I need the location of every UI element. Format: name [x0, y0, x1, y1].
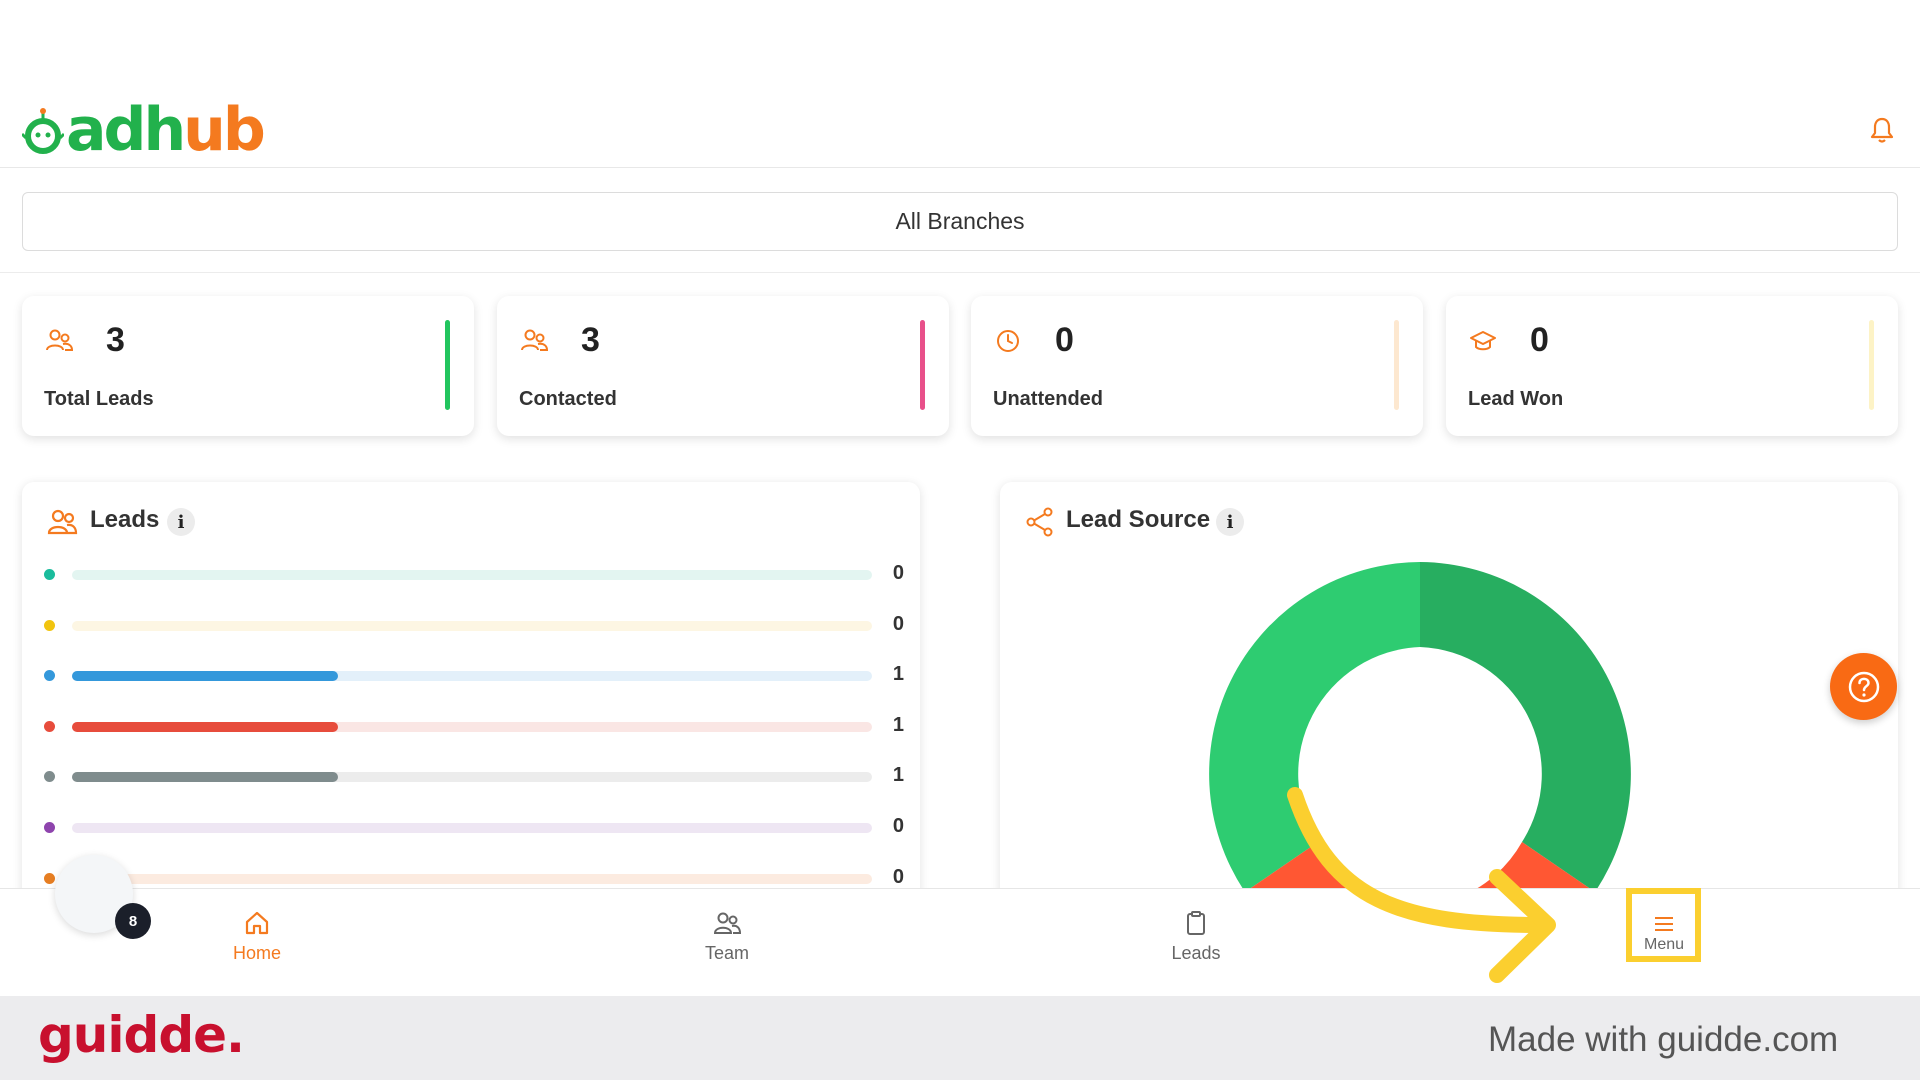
stat-value: 0: [1530, 321, 1549, 359]
stat-label: Unattended: [993, 388, 1103, 410]
team-icon: [713, 912, 741, 934]
nav-leads-label: Leads: [1171, 943, 1221, 963]
graduation-cap-icon: [1470, 331, 1496, 351]
lead-bar-track: [72, 874, 872, 884]
info-icon[interactable]: i: [167, 508, 195, 536]
stat-card-contacted[interactable]: 3 Contacted: [497, 296, 949, 436]
lead-bar-fill: [72, 772, 339, 782]
donut-slice-light-green: [1209, 562, 1420, 892]
divider: [0, 272, 1920, 273]
lead-bar-dot: [44, 721, 55, 732]
lead-bar-dot: [44, 771, 55, 782]
users-icon: [46, 329, 74, 351]
lead-bar-row: 0: [22, 866, 920, 888]
lead-bar-dot: [44, 822, 55, 833]
stat-card-unattended[interactable]: 0 Unattended: [971, 296, 1423, 436]
menu-highlight-box: [1626, 888, 1701, 962]
logo-text-orange: ub: [183, 95, 266, 165]
stat-value: 3: [106, 321, 125, 359]
stat-label: Contacted: [519, 388, 617, 410]
users-icon: [47, 509, 78, 535]
question-icon: [1848, 671, 1879, 702]
share-icon: [1026, 507, 1053, 537]
lead-bar-row: 0: [22, 562, 920, 584]
clipboard-icon: [1187, 911, 1205, 935]
lead-bar-track: [72, 671, 872, 681]
help-button[interactable]: [1830, 653, 1897, 720]
stat-card-total-leads[interactable]: 3 Total Leads: [22, 296, 474, 436]
stat-accent-bar: [1869, 320, 1874, 410]
adhub-logo[interactable]: adh ub: [22, 95, 266, 165]
lead-bar-track: [72, 772, 872, 782]
users-icon: [521, 329, 549, 351]
lead-bar-fill: [72, 722, 339, 732]
lead-source-panel-title: Lead Source: [1066, 506, 1211, 533]
info-icon[interactable]: i: [1216, 508, 1244, 536]
stat-label: Total Leads: [44, 388, 154, 410]
lead-bar-count: 0: [892, 562, 904, 584]
lead-bar-dot: [44, 670, 55, 681]
lead-bar-row: 0: [22, 613, 920, 635]
lead-bar-count: 0: [892, 613, 904, 635]
lead-bar-count: 0: [892, 815, 904, 837]
lead-bar-row: 1: [22, 764, 920, 786]
lead-bar-dot: [44, 873, 55, 884]
nav-home[interactable]: Home: [177, 909, 337, 979]
app-header: adh ub: [0, 0, 1920, 168]
lead-bar-track: [72, 570, 872, 580]
stat-card-lead-won[interactable]: 0 Lead Won: [1446, 296, 1898, 436]
logo-text-green: adh: [66, 95, 186, 165]
home-icon: [245, 911, 269, 935]
stat-label: Lead Won: [1468, 388, 1564, 410]
donut-slice-dark-green: [1420, 562, 1631, 892]
made-with-text: Made with guidde.com: [1488, 1020, 1839, 1059]
notification-bell-icon[interactable]: [1869, 116, 1895, 144]
lead-bar-count: 1: [892, 714, 904, 736]
nav-team[interactable]: Team: [647, 909, 807, 979]
app-screen: adh ub All Branches 3 Total Leads 3 Conta: [0, 0, 1920, 1080]
stat-accent-bar: [1394, 320, 1399, 410]
nav-home-label: Home: [232, 943, 281, 963]
lead-bar-fill: [72, 671, 339, 681]
lead-bar-row: 1: [22, 663, 920, 685]
stat-accent-bar: [445, 320, 450, 410]
guidde-logo: guidde.: [38, 1006, 245, 1064]
lead-bar-row: 1: [22, 714, 920, 736]
lead-bar-track: [72, 621, 872, 631]
branch-selector[interactable]: All Branches: [22, 192, 1898, 251]
nav-team-label: Team: [704, 943, 749, 963]
lead-bar-track: [72, 722, 872, 732]
lead-bar-dot: [44, 620, 55, 631]
leads-panel-title: Leads: [90, 506, 160, 533]
clock-icon: [997, 330, 1019, 352]
notification-badge: 8: [115, 903, 151, 939]
lead-bar-count: 1: [892, 663, 904, 685]
lead-bar-row: 0: [22, 815, 920, 837]
guidde-footer: guidde. Made with guidde.com: [0, 996, 1920, 1080]
stat-value: 3: [581, 321, 600, 359]
lead-bar-count: 0: [892, 866, 904, 888]
stat-value: 0: [1055, 321, 1074, 359]
lead-bar-count: 1: [892, 764, 904, 786]
robot-logo-icon: [22, 108, 64, 154]
branch-selector-label: All Branches: [895, 208, 1025, 234]
lead-bar-track: [72, 823, 872, 833]
stat-accent-bar: [920, 320, 925, 410]
lead-bar-dot: [44, 569, 55, 580]
nav-leads[interactable]: Leads: [1116, 909, 1276, 979]
